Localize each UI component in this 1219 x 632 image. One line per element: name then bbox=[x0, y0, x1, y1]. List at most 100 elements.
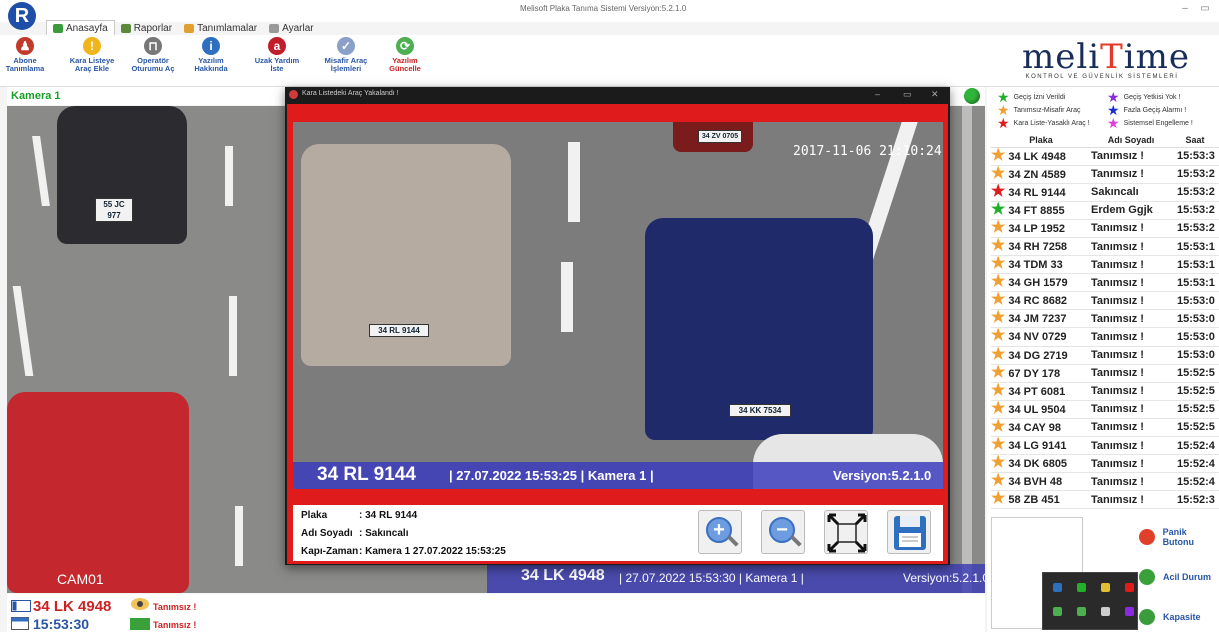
overlay-plate: 34 LK 4948 bbox=[521, 567, 605, 584]
table-row[interactable]: ★ 34 DK 6805 Tanımsız ! 15:52:4 bbox=[991, 454, 1219, 474]
table-row[interactable]: ★ 34 TDM 33 Tanımsız ! 15:53:1 bbox=[991, 255, 1219, 275]
table-row[interactable]: ★ 34 DG 2719 Tanımsız ! 15:53:0 bbox=[991, 346, 1219, 365]
tray-app-icon[interactable] bbox=[1077, 583, 1086, 592]
star-icon: ★ bbox=[991, 490, 1006, 508]
cell-plate: ★ 34 DK 6805 bbox=[991, 454, 1091, 474]
maximize-button[interactable]: ▭ bbox=[1198, 3, 1212, 15]
table-row[interactable]: ★ 34 LP 1952 Tanımsız ! 15:53:2 bbox=[991, 219, 1219, 238]
fit-screen-button[interactable] bbox=[824, 510, 868, 554]
table-row[interactable]: ★ 34 JM 7237 Tanımsız ! 15:53:0 bbox=[991, 309, 1219, 329]
cell-time: 15:53:2 bbox=[1171, 219, 1219, 238]
cell-plate: ★ 34 RC 8682 bbox=[991, 291, 1091, 311]
table-row[interactable]: ★ 34 NV 0729 Tanımsız ! 15:53:0 bbox=[991, 327, 1219, 347]
car-plate: 34 RL 9144 bbox=[369, 324, 429, 337]
lane-marking bbox=[32, 136, 50, 206]
dialog-minimize-button[interactable]: – bbox=[875, 89, 880, 99]
side-button-1[interactable]: Acil Durum bbox=[1139, 565, 1211, 589]
ribbon-button-2[interactable]: ⊓ Operatör Oturumu Aç bbox=[125, 35, 181, 87]
save-button[interactable] bbox=[887, 510, 931, 554]
column-header-plate[interactable]: Plaka bbox=[991, 133, 1091, 148]
column-header-name[interactable]: Adı Soyadı bbox=[1091, 133, 1171, 148]
table-row[interactable]: ★ 34 UL 9504 Tanımsız ! 15:52:5 bbox=[991, 400, 1219, 419]
ribbon-label: Araç Ekle bbox=[74, 64, 110, 73]
menu-tab-3[interactable]: Ayarlar bbox=[263, 20, 320, 36]
menu-tab-2[interactable]: Tanımlamalar bbox=[178, 20, 263, 36]
ribbon-label: Oturumu Aç bbox=[131, 64, 175, 73]
menu-tab-1[interactable]: Raporlar bbox=[115, 20, 178, 36]
brand-name: meliTime bbox=[1022, 37, 1191, 77]
table-row[interactable]: ★ 34 RL 9144 Sakıncalı 15:53:2 bbox=[991, 183, 1219, 202]
cell-name: Tanımsız ! bbox=[1091, 327, 1171, 347]
table-row[interactable]: ★ 34 GH 1579 Tanımsız ! 15:53:1 bbox=[991, 273, 1219, 293]
tray-app-icon[interactable] bbox=[1053, 607, 1062, 616]
dialog-close-button[interactable]: ✕ bbox=[931, 89, 939, 100]
table-row[interactable]: ★ 34 RH 7258 Tanımsız ! 15:53:1 bbox=[991, 237, 1219, 257]
table-row[interactable]: ★ 34 LG 9141 Tanımsız ! 15:52:4 bbox=[991, 436, 1219, 456]
minimize-button[interactable]: – bbox=[1178, 3, 1192, 15]
detail-plate: Plaka: 34 RL 9144 bbox=[301, 510, 418, 521]
ribbon-label: Hakkında bbox=[194, 64, 228, 73]
column-header-time[interactable]: Saat bbox=[1171, 133, 1219, 148]
cell-plate: ★ 34 LK 4948 bbox=[991, 147, 1091, 166]
last-time: 15:53:30 bbox=[33, 616, 90, 632]
lane-marking bbox=[225, 146, 233, 206]
table-row[interactable]: ★ 67 DY 178 Tanımsız ! 15:52:5 bbox=[991, 364, 1219, 383]
table-row[interactable]: ★ 34 RC 8682 Tanımsız ! 15:53:0 bbox=[991, 291, 1219, 311]
tray-app-icon[interactable] bbox=[1125, 583, 1134, 592]
cell-name: Tanımsız ! bbox=[1091, 273, 1171, 293]
cell-name: Tanımsız ! bbox=[1091, 219, 1171, 238]
ribbon-button-0[interactable]: ♟ Abone Tanımlama bbox=[5, 35, 45, 87]
tray-app-icon[interactable] bbox=[1077, 607, 1086, 616]
tray-app-icon[interactable] bbox=[1053, 583, 1062, 592]
capture-overlay-bar: 34 RL 9144 | 27.07.2022 15:53:25 | Kamer… bbox=[293, 462, 943, 489]
ribbon-button-4[interactable]: a Uzak Yardım İste bbox=[246, 35, 308, 87]
ribbon-label: Güncelle bbox=[389, 64, 421, 73]
side-button-0[interactable]: Panik Butonu bbox=[1139, 525, 1219, 549]
ribbon-button-6[interactable]: ⟳ Yazılım Güncelle bbox=[382, 35, 428, 87]
brand-subtitle: KONTROL VE GÜVENLİK SİSTEMLERİ bbox=[1025, 74, 1179, 80]
car-plate: 34 ZV 0705 bbox=[698, 130, 742, 143]
cell-name: Tanımsız ! bbox=[1091, 237, 1171, 257]
lane-edge bbox=[962, 106, 972, 593]
ribbon-button-1[interactable]: ! Kara Listeye Araç Ekle bbox=[64, 35, 120, 87]
table-row[interactable]: ★ 58 ZB 451 Tanımsız ! 15:52:3 bbox=[991, 490, 1219, 510]
cell-time: 15:53:0 bbox=[1171, 291, 1219, 311]
cell-plate: ★ 34 DG 2719 bbox=[991, 346, 1091, 365]
tray-app-icon[interactable] bbox=[1101, 607, 1110, 616]
user-icon: ♟ bbox=[16, 37, 34, 55]
capture-details: Plaka: 34 RL 9144 Adı Soyadı: Sakıncalı … bbox=[293, 505, 943, 561]
app-logo[interactable]: R bbox=[8, 2, 36, 30]
ribbon-button-5[interactable]: ✓ Misafir Araç İşlemleri bbox=[321, 35, 371, 87]
table-row[interactable]: ★ 34 PT 6081 Tanımsız ! 15:52:5 bbox=[991, 382, 1219, 401]
alert-icon bbox=[289, 90, 298, 99]
zoom-in-button[interactable]: + bbox=[698, 510, 742, 554]
star-icon: ★ bbox=[997, 115, 1010, 131]
cell-plate: ★ 34 JM 7237 bbox=[991, 309, 1091, 329]
dialog-maximize-button[interactable]: ▭ bbox=[903, 89, 912, 100]
table-row[interactable]: ★ 34 BVH 48 Tanımsız ! 15:52:4 bbox=[991, 472, 1219, 492]
cell-plate: ★ 34 PT 6081 bbox=[991, 382, 1091, 401]
table-row[interactable]: ★ 34 ZN 4589 Tanımsız ! 15:53:2 bbox=[991, 165, 1219, 184]
table-row[interactable]: ★ 34 CAY 98 Tanımsız ! 15:52:5 bbox=[991, 418, 1219, 438]
cell-plate: ★ 34 TDM 33 bbox=[991, 255, 1091, 275]
ribbon-label: Tanımlama bbox=[5, 64, 45, 73]
menu-tab-0[interactable]: Anasayfa bbox=[46, 20, 115, 36]
camera-overlay-bar: 34 LK 4948 | 27.07.2022 15:53:30 | Kamer… bbox=[487, 564, 985, 593]
capture-plate: 34 RL 9144 bbox=[317, 464, 416, 485]
table-row[interactable]: ★ 34 FT 8855 Erdem Ggjk 15:53:2 bbox=[991, 201, 1219, 220]
warning-icon: ! bbox=[83, 37, 101, 55]
cell-plate: ★ 67 DY 178 bbox=[991, 364, 1091, 383]
tray-app-icon[interactable] bbox=[1125, 607, 1134, 616]
star-icon: ★ bbox=[991, 237, 1006, 255]
cell-name: Sakıncalı bbox=[1091, 183, 1171, 202]
ribbon-button-3[interactable]: i Yazılım Hakkında bbox=[190, 35, 232, 87]
side-button-2[interactable]: Kapasite bbox=[1139, 605, 1201, 629]
legend-label: Fazla Geçiş Alarmı ! bbox=[1123, 106, 1187, 114]
cell-name: Tanımsız ! bbox=[1091, 454, 1171, 474]
zoom-out-button[interactable]: − bbox=[761, 510, 805, 554]
capacity-icon bbox=[1139, 609, 1155, 625]
table-row[interactable]: ★ 34 LK 4948 Tanımsız ! 15:53:3 bbox=[991, 147, 1219, 166]
legend-item: ★ Sistemsel Engelleme ! bbox=[1107, 116, 1193, 130]
cell-plate: ★ 34 UL 9504 bbox=[991, 400, 1091, 419]
tray-app-icon[interactable] bbox=[1101, 583, 1110, 592]
